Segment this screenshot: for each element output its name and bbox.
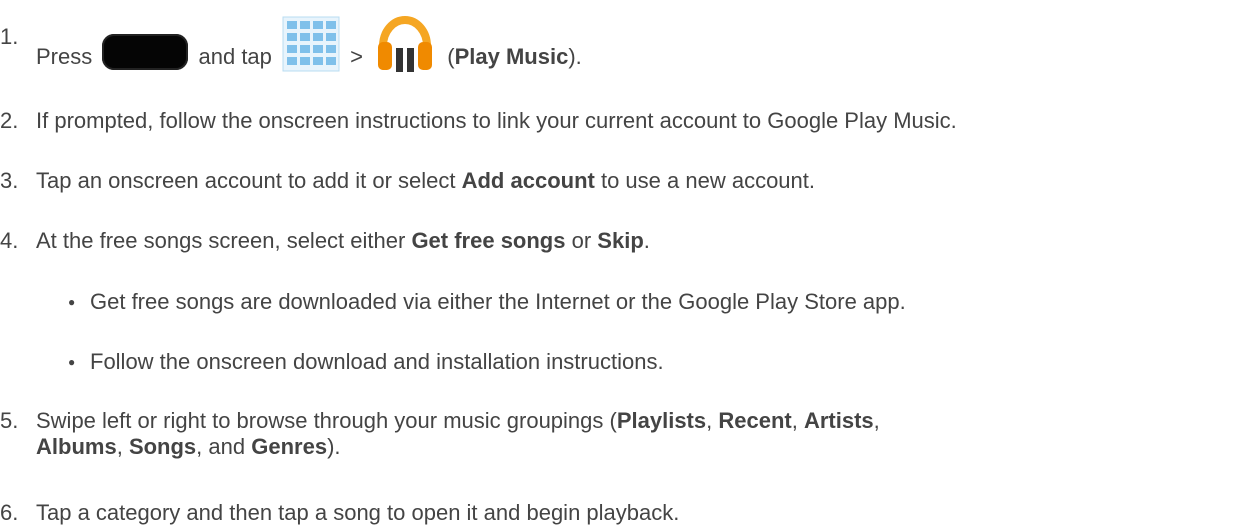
recent-label: Recent xyxy=(718,408,792,433)
step-number: 3. xyxy=(0,168,19,193)
step-number: 6. xyxy=(0,500,19,525)
sub-bullet-text: Get free songs are downloaded via either… xyxy=(90,289,906,314)
step-text-part: ). xyxy=(568,43,582,69)
genres-label: Genres xyxy=(251,434,328,459)
sub-bullet-text: Follow the onscreen download and install… xyxy=(90,349,664,374)
add-account-label: Add account xyxy=(461,168,595,193)
play-music-headphones-icon xyxy=(375,8,435,76)
step-text: Press and tap > (Play Music). xyxy=(36,16,582,92)
artists-label: Artists xyxy=(803,408,874,433)
step-text: At the free songs screen, select either … xyxy=(36,228,650,253)
bullet-icon: ● xyxy=(68,355,76,369)
apps-grid-icon xyxy=(282,16,340,72)
step-number: 1. xyxy=(0,24,19,49)
albums-label: Albums xyxy=(36,434,117,459)
step-number: 5. xyxy=(0,408,19,433)
step-5: 5. Swipe left or right to browse through… xyxy=(0,408,1233,468)
step-text-part: Press xyxy=(36,43,93,69)
step-text: Tap a category and then tap a song to op… xyxy=(36,500,680,525)
step-text: Tap an onscreen account to add it or sel… xyxy=(36,168,815,193)
playlists-label: Playlists xyxy=(616,408,707,433)
step-number: 4. xyxy=(0,228,19,253)
app-name: Play Music xyxy=(454,43,569,69)
step-text-part: ( xyxy=(447,43,455,69)
skip-label: Skip xyxy=(597,228,644,253)
step-text: Swipe left or right to browse through yo… xyxy=(36,408,880,459)
home-key-icon xyxy=(102,34,189,70)
songs-label: Songs xyxy=(128,434,197,459)
bullet-icon: ● xyxy=(68,295,76,309)
step-number: 2. xyxy=(0,108,19,133)
step-text-part: and tap xyxy=(198,43,272,69)
step-text-part: > xyxy=(350,43,364,69)
step-text: If prompted, follow the onscreen instruc… xyxy=(36,108,957,133)
get-free-songs-label: Get free songs xyxy=(411,228,566,253)
